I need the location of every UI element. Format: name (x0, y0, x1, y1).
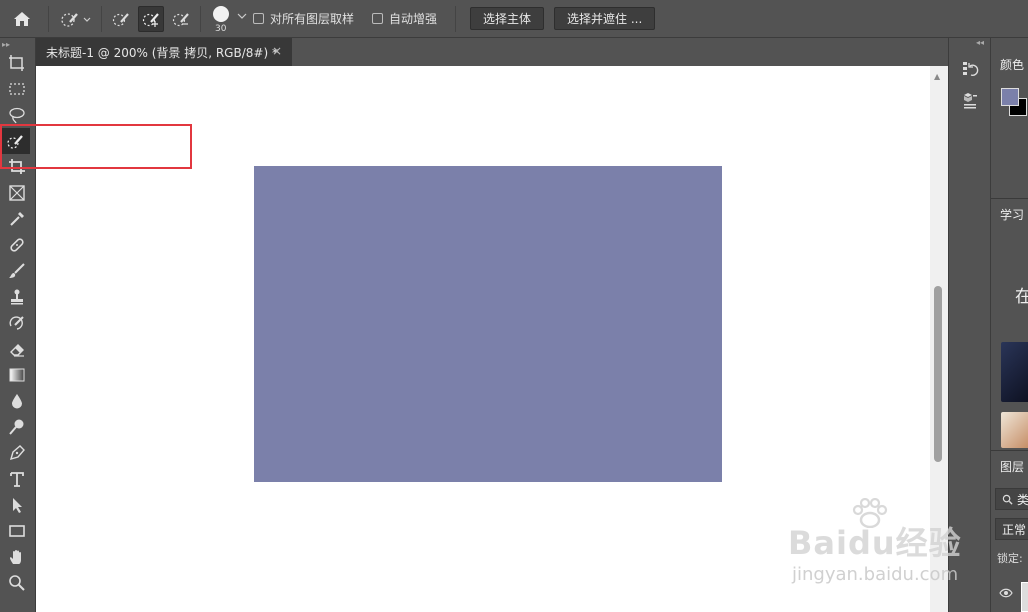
properties-icon (964, 93, 977, 109)
select-and-mask-button[interactable]: 选择并遮住 ... (554, 7, 656, 30)
tool-hand[interactable] (0, 544, 34, 570)
hand-icon (10, 550, 21, 564)
subtract-from-selection-icon (172, 12, 189, 26)
gradient-icon (9, 368, 25, 382)
add-to-selection-mode-button[interactable] (138, 5, 164, 32)
select-subject-button[interactable]: 选择主体 (470, 7, 545, 30)
toolbar-collapse-grip[interactable]: ▸▸ (0, 38, 35, 50)
separator (200, 5, 201, 32)
eye-visibility-icon[interactable] (999, 588, 1013, 598)
tool-frame[interactable] (0, 180, 34, 206)
checkbox-box[interactable] (372, 13, 384, 24)
home-icon (14, 11, 30, 26)
rectangle-shape-icon (9, 525, 25, 537)
separator (101, 5, 102, 32)
brush-size-picker[interactable]: 30 (205, 0, 249, 38)
checkbox-box[interactable] (253, 13, 264, 24)
tool-gradient[interactable] (0, 362, 34, 388)
foreground-color-swatch[interactable] (1001, 88, 1019, 106)
sample-all-layers-checkbox[interactable]: 对所有图层取样 (253, 10, 354, 27)
history-panel-button[interactable] (955, 56, 985, 82)
color-panel-tab[interactable]: 颜色 (991, 38, 1028, 73)
quick-selection-preset-icon (61, 12, 91, 27)
rectangular-marquee-icon (9, 83, 25, 95)
blend-mode-value: 正常 (1002, 522, 1027, 537)
tool-history-brush[interactable] (0, 310, 34, 336)
separator (455, 5, 457, 32)
new-selection-mode-button[interactable] (108, 6, 134, 32)
image-layer-fill (254, 166, 722, 482)
document-tab-title: 未标题-1 @ 200% (背景 拷贝, RGB/8#) * (46, 45, 278, 60)
tool-zoom[interactable] (0, 570, 34, 596)
type-icon (10, 472, 24, 487)
layers-filter-kind: 类 (1017, 492, 1028, 507)
artboard-move-icon (9, 55, 24, 71)
right-panels: 颜色 学习 在 图层 类 正常 锁定: (990, 38, 1028, 612)
sample-all-layers-label: 对所有图层取样 (270, 12, 355, 26)
brush-icon (9, 263, 25, 278)
panel-divider (991, 198, 1028, 199)
brush-size-value: 30 (215, 23, 227, 34)
auto-enhance-checkbox[interactable]: 自动增强 (372, 10, 437, 27)
pen-icon (9, 445, 25, 461)
tool-spot-healing-brush[interactable] (0, 232, 34, 258)
learn-tutorial-thumbnail[interactable] (1001, 342, 1028, 402)
tool-brush[interactable] (0, 258, 34, 284)
tool-pen[interactable] (0, 440, 34, 466)
close-tab-icon[interactable]: × (272, 44, 282, 58)
stamp-icon (11, 289, 23, 305)
blend-mode-select[interactable]: 正常 (995, 518, 1028, 540)
options-bar: 30 对所有图层取样 自动增强 选择主体 选择并遮住 ... (0, 0, 1028, 38)
auto-enhance-label: 自动增强 (389, 12, 438, 26)
learn-tutorial-thumbnail[interactable] (1001, 412, 1028, 448)
collapsed-panel-dock: ◂◂ (948, 38, 990, 612)
subtract-from-selection-mode-button[interactable] (168, 6, 194, 32)
tool-dodge[interactable] (0, 414, 34, 440)
panel-divider (991, 450, 1028, 451)
separator (48, 5, 49, 32)
photoshop-window: 30 对所有图层取样 自动增强 选择主体 选择并遮住 ... ▸▸ 未标题-1 … (0, 0, 1028, 612)
dock-collapse-grip[interactable]: ◂◂ (949, 38, 990, 50)
learn-panel-heading: 在 (1015, 282, 1028, 307)
path-selection-arrow-icon (13, 498, 22, 513)
tool-eyedropper[interactable] (0, 206, 34, 232)
annotation-highlight-box (0, 124, 192, 169)
vertical-scrollbar[interactable]: ▲ (930, 66, 948, 612)
tool-artboard[interactable] (0, 50, 34, 76)
tool-preset-picker[interactable] (53, 6, 97, 32)
scrollbar-thumb[interactable] (934, 286, 942, 462)
blur-drop-icon (12, 394, 22, 409)
tool-path-selection[interactable] (0, 492, 34, 518)
zoom-magnifier-icon (9, 575, 25, 591)
frame-icon (9, 185, 25, 201)
search-icon (1002, 494, 1013, 505)
eraser-icon (10, 344, 24, 357)
add-to-selection-icon (142, 12, 159, 27)
tool-eraser[interactable] (0, 336, 34, 362)
lock-label: 锁定: (997, 552, 1023, 565)
history-brush-icon (9, 316, 24, 330)
learn-panel-tab[interactable]: 学习 (1000, 206, 1024, 223)
document-tab[interactable]: 未标题-1 @ 200% (背景 拷贝, RGB/8#) * × (36, 38, 292, 66)
history-icon (963, 62, 979, 76)
layer-thumbnail[interactable] (1021, 582, 1028, 612)
properties-panel-button[interactable] (955, 88, 985, 114)
tool-clone-stamp[interactable] (0, 284, 34, 310)
scroll-up-icon[interactable]: ▲ (934, 72, 940, 81)
new-selection-icon (112, 12, 129, 26)
tool-rectangular-marquee[interactable] (0, 76, 34, 102)
eyedropper-icon (10, 212, 24, 226)
dodge-icon (9, 419, 24, 435)
chevron-down-icon (237, 13, 247, 19)
layers-panel-tab[interactable]: 图层 (1000, 458, 1024, 475)
tool-type[interactable] (0, 466, 34, 492)
lasso-icon (9, 107, 25, 124)
tool-rectangle[interactable] (0, 518, 34, 544)
home-button[interactable] (0, 0, 44, 38)
brush-tip-icon (213, 5, 229, 22)
bandage-icon (10, 238, 24, 252)
tool-blur[interactable] (0, 388, 34, 414)
layers-filter-field[interactable]: 类 (995, 488, 1028, 510)
document-tab-bar: 未标题-1 @ 200% (背景 拷贝, RGB/8#) * × (36, 38, 948, 66)
